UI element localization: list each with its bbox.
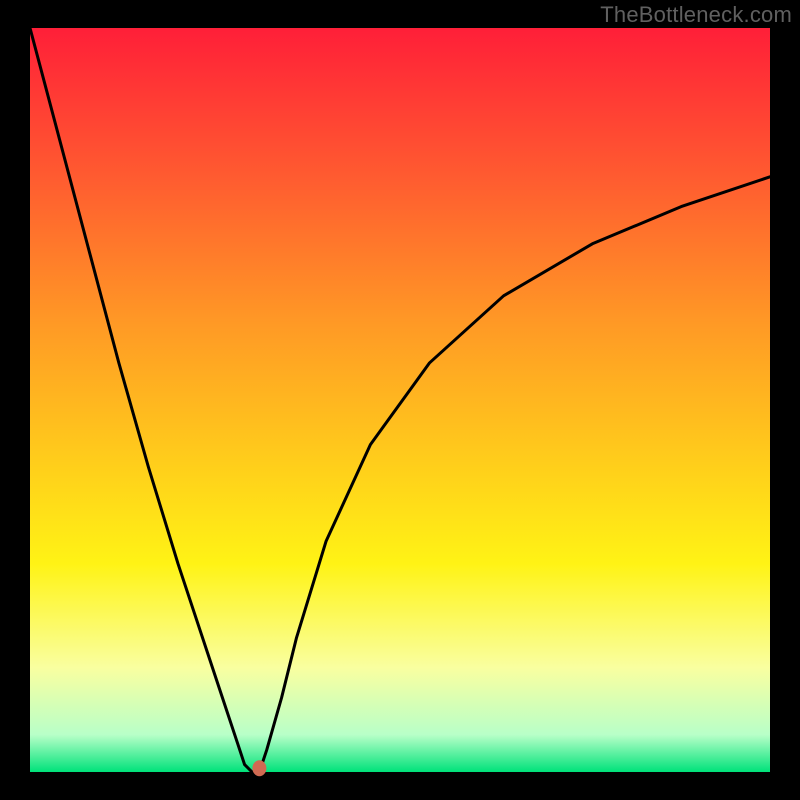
optimum-marker — [252, 760, 266, 776]
watermark-label: TheBottleneck.com — [600, 2, 792, 28]
gradient-background — [30, 28, 770, 772]
chart-container: TheBottleneck.com — [0, 0, 800, 800]
bottleneck-chart — [0, 0, 800, 800]
